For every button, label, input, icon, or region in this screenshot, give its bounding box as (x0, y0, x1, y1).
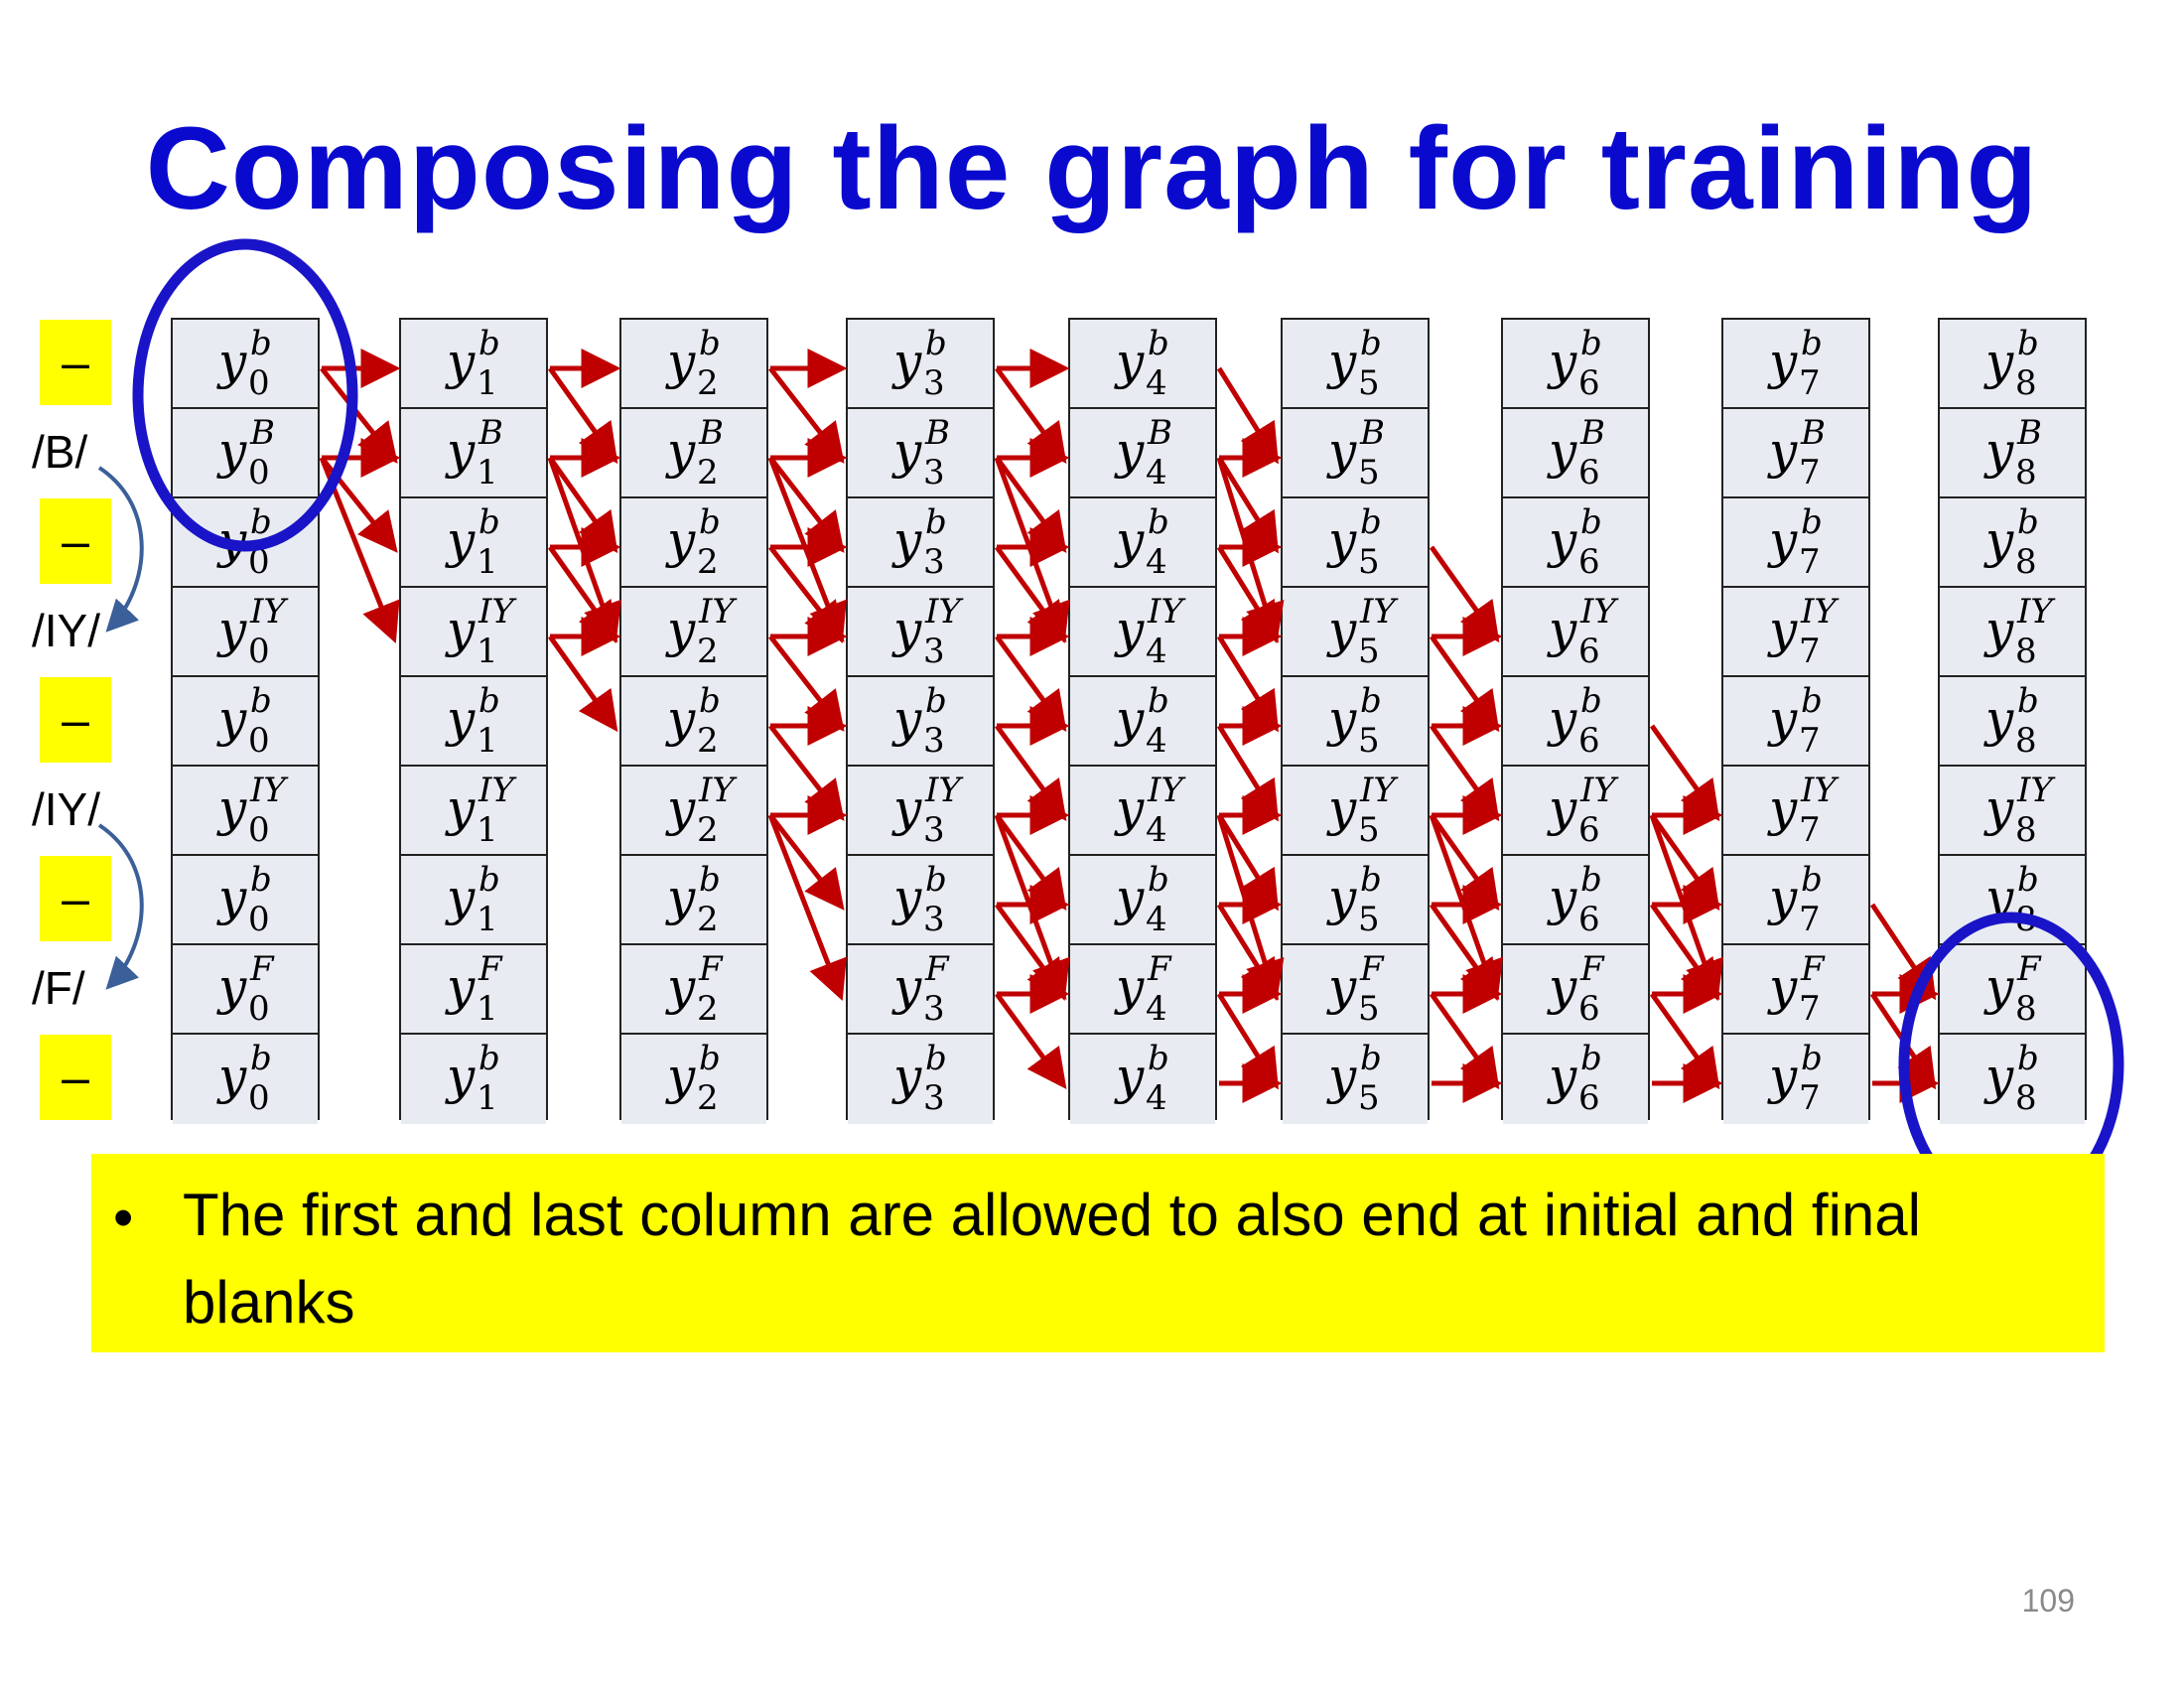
transition-arrow (1429, 545, 1500, 643)
transition-arrow (1649, 903, 1720, 1001)
label-skip-arc (97, 466, 144, 633)
transition-arrow (1649, 992, 1720, 1090)
transition-arrow (1216, 634, 1279, 733)
transition-arrows (319, 349, 1940, 1103)
page-number: 109 (2021, 1583, 2075, 1618)
transition-arrow (1429, 992, 1500, 1090)
highlight-circle (132, 238, 358, 552)
transition-arrow (1216, 992, 1279, 1090)
transition-arrow (994, 456, 1067, 554)
transition-arrow (994, 992, 1067, 1090)
transition-arrow (547, 456, 618, 554)
transition-arrow (768, 366, 845, 464)
transition-arrow (768, 545, 845, 642)
note-bullet: • (113, 1186, 134, 1250)
transition-arrow (1649, 813, 1720, 912)
transition-arrow (767, 814, 847, 1001)
note-text: The first and last column are allowed to… (183, 1182, 1921, 1336)
transition-arrow (994, 724, 1067, 822)
transition-arrow (1429, 813, 1500, 912)
transition-arrow (1216, 813, 1279, 912)
transition-arrow (1216, 724, 1279, 822)
transition-arrow (994, 366, 1067, 465)
transition-arrow (1216, 456, 1279, 554)
graph-overlay (97, 238, 2124, 1217)
transition-arrow (1429, 724, 1500, 822)
transition-arrow (994, 634, 1067, 733)
transition-arrow (1216, 903, 1279, 1001)
label-arcs (97, 466, 144, 990)
transition-arrow (994, 813, 1067, 912)
highlight-circles (132, 238, 2124, 1217)
transition-arrow (547, 366, 618, 465)
transition-arrow (994, 545, 1067, 643)
transition-arrow (1216, 545, 1279, 643)
transition-arrow (1429, 903, 1500, 1001)
transition-arrow (768, 456, 845, 553)
transition-arrow (994, 903, 1067, 1001)
transition-arrow (1429, 634, 1500, 733)
transition-arrow (768, 724, 845, 821)
transition-arrow (768, 634, 845, 732)
label-skip-arc (97, 823, 144, 990)
transition-arrow (768, 813, 845, 911)
transition-arrow (1216, 366, 1279, 465)
transition-arrow (547, 634, 618, 733)
transition-arrow (1649, 724, 1720, 822)
transition-arrow (547, 545, 618, 643)
note-box: • The first and last column are allowed … (91, 1154, 2105, 1352)
